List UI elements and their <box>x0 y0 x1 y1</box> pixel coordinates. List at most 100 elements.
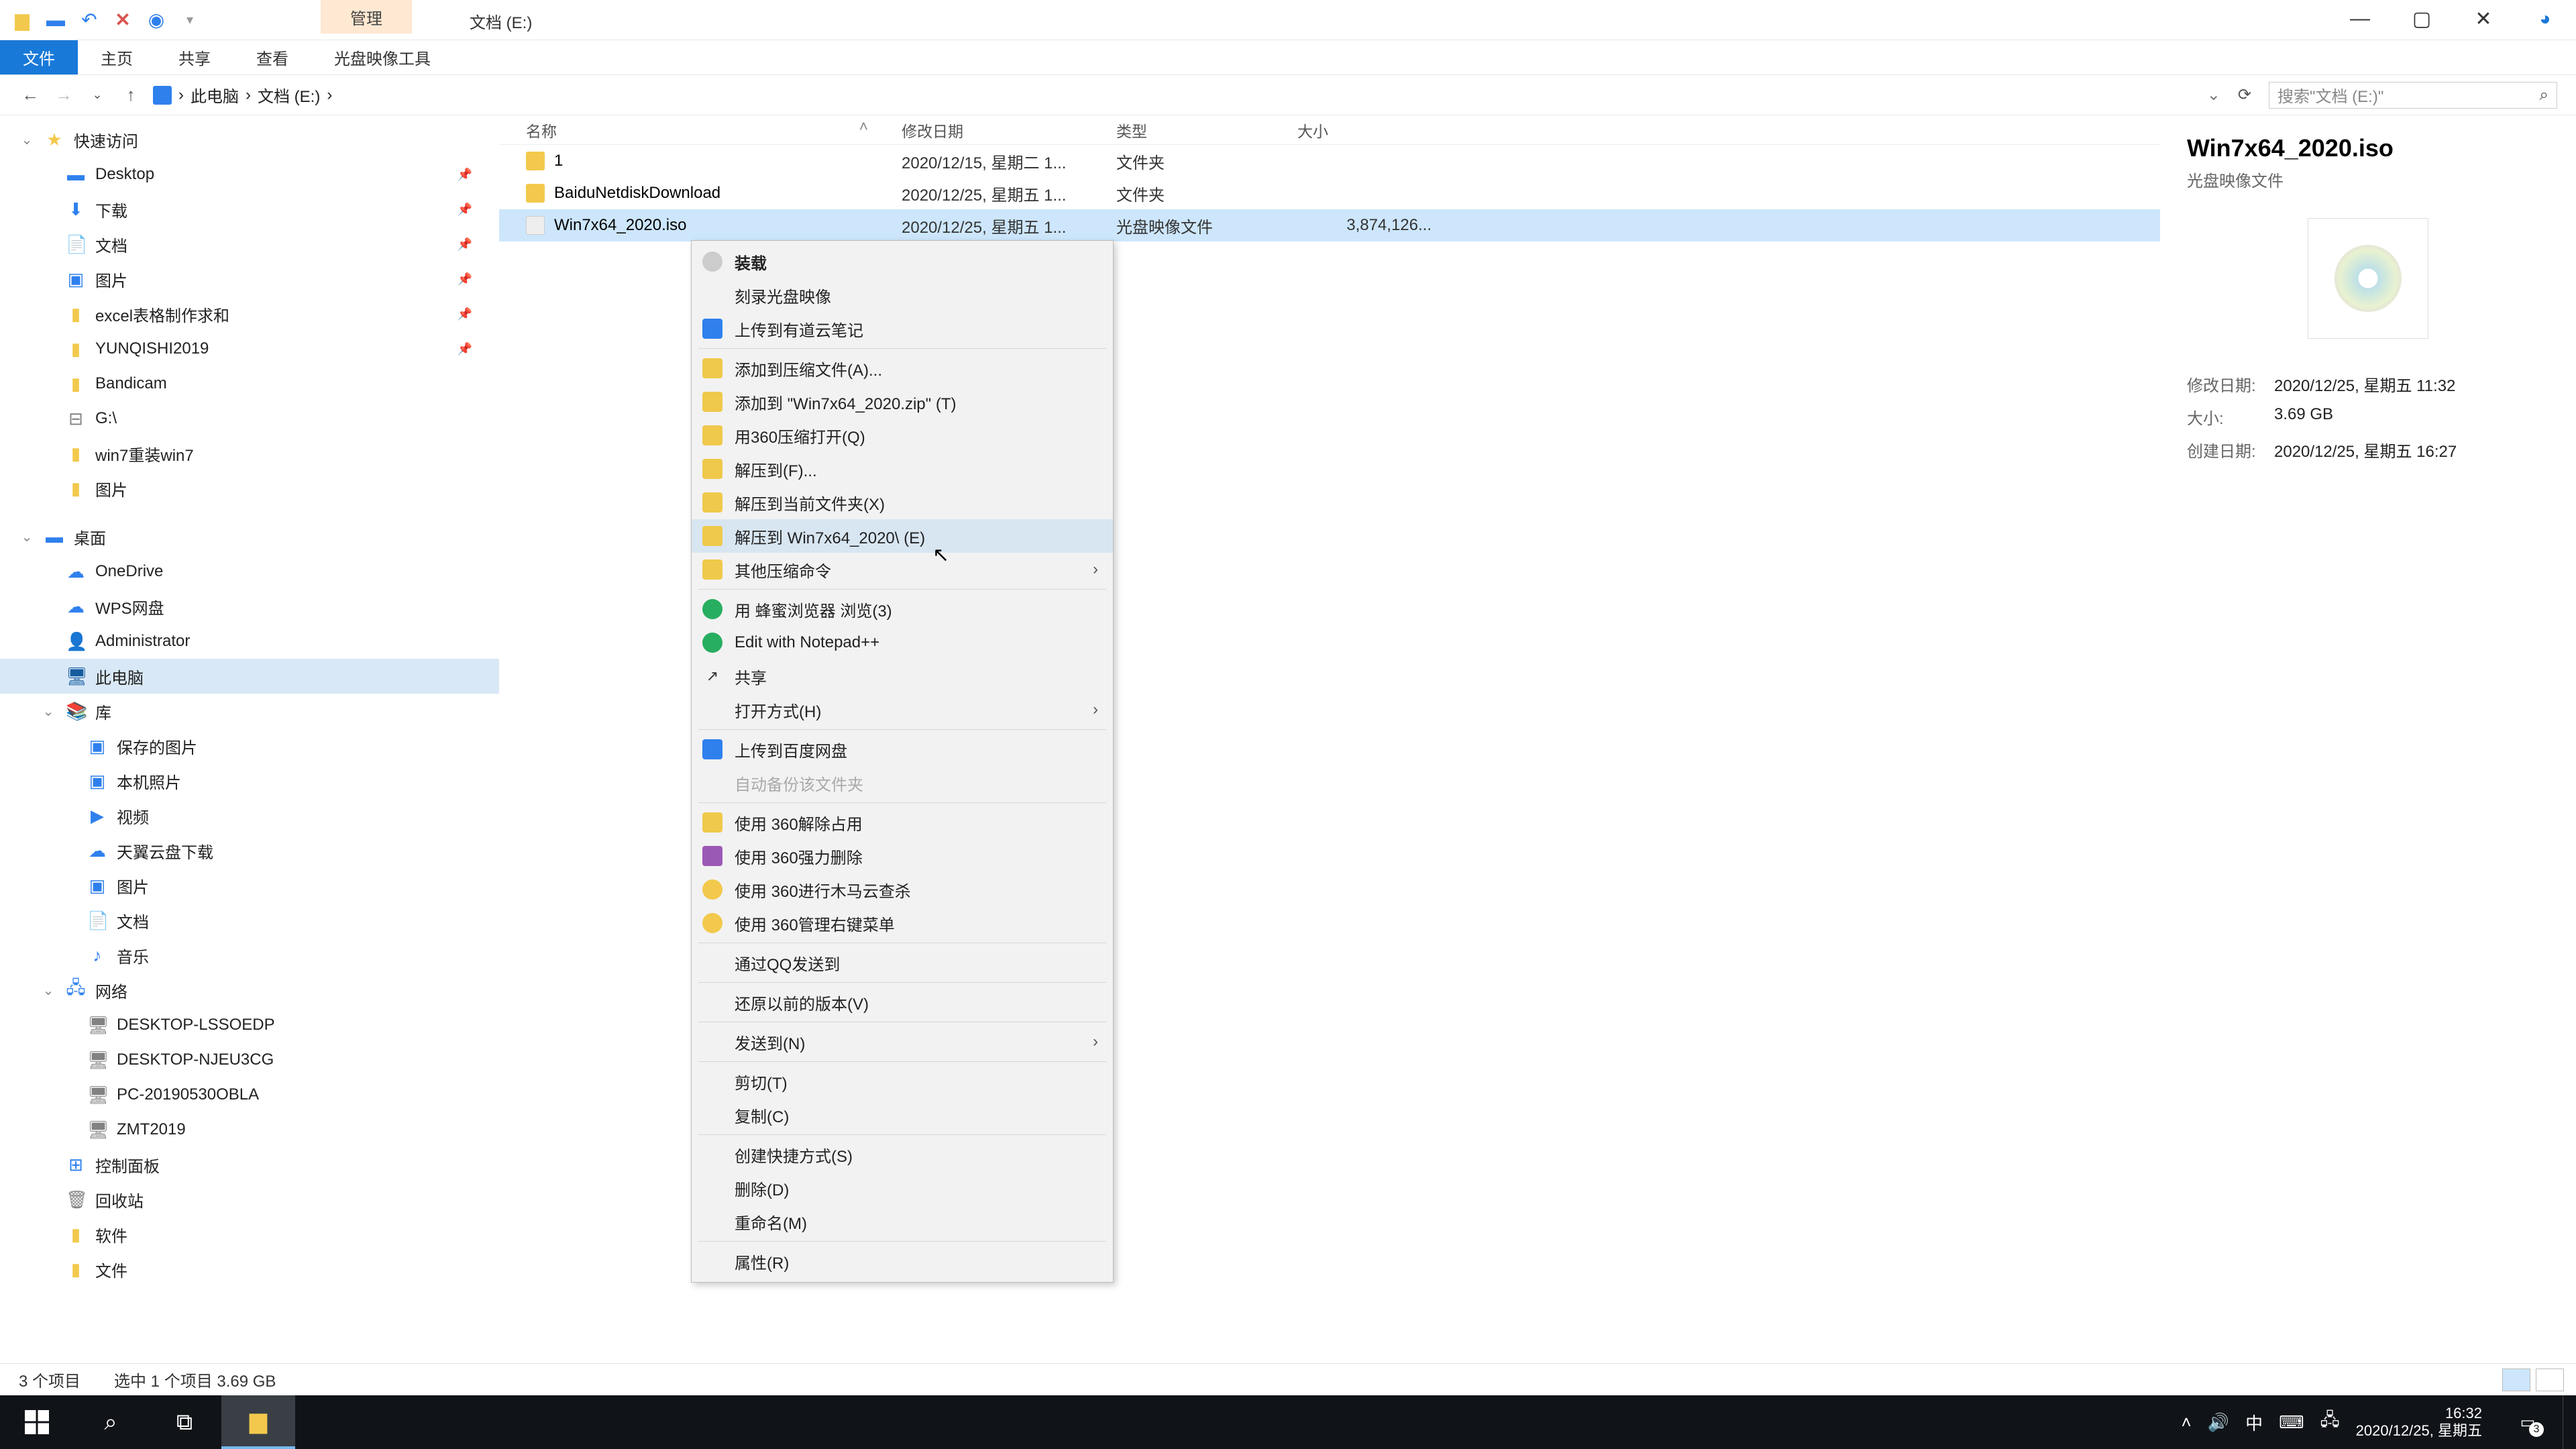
nav-item[interactable]: ▮excel表格制作求和📌 <box>0 297 499 331</box>
taskbar-explorer-button[interactable]: ▆ <box>221 1395 295 1449</box>
tray-overflow-icon[interactable]: ˄ <box>2182 1412 2192 1433</box>
nav-item[interactable]: ☁OneDrive <box>0 554 499 589</box>
file-row[interactable]: 12020/12/15, 星期二 1...文件夹 <box>499 145 2160 177</box>
delete-icon[interactable]: ✕ <box>110 7 136 33</box>
context-menu-item[interactable]: 使用 360解除占用 <box>692 806 1113 839</box>
save-icon[interactable]: ▬ <box>43 7 68 33</box>
nav-item[interactable]: ♪音乐 <box>0 938 499 973</box>
nav-history-dropdown[interactable]: ⌄ <box>86 88 109 102</box>
context-menu-item[interactable]: 复制(C) <box>692 1098 1113 1132</box>
context-menu-item[interactable]: 发送到(N)› <box>692 1025 1113 1059</box>
tab-file[interactable]: 文件 <box>0 40 78 74</box>
view-large-button[interactable] <box>2536 1368 2564 1391</box>
nav-item[interactable]: 🖥ZMT2019 <box>0 1112 499 1147</box>
nav-item[interactable]: ▮Bandicam <box>0 366 499 401</box>
context-menu-item[interactable]: 使用 360进行木马云查杀 <box>692 873 1113 906</box>
breadcrumb[interactable]: › 此电脑 › 文档 (E:) › ⌄ <box>153 83 2220 107</box>
context-menu-item[interactable]: 解压到 Win7x64_2020\ (E) <box>692 519 1113 553</box>
taskbar-clock[interactable]: 16:32 2020/12/25, 星期五 <box>2356 1405 2493 1440</box>
action-center-button[interactable]: ▭ 3 <box>2509 1403 2546 1441</box>
tab-disc-image-tools[interactable]: 光盘映像工具 <box>311 40 453 74</box>
nav-item[interactable]: 📄文档📌 <box>0 227 499 262</box>
nav-item[interactable]: ▬桌面 <box>0 519 499 554</box>
file-row[interactable]: Win7x64_2020.iso2020/12/25, 星期五 1...光盘映像… <box>499 209 2160 241</box>
tab-home[interactable]: 主页 <box>78 40 156 74</box>
properties-icon[interactable]: ◉ <box>144 7 169 33</box>
start-button[interactable] <box>0 1395 74 1449</box>
nav-item[interactable]: ★快速访问 <box>0 122 499 157</box>
nav-item[interactable]: ▮软件 <box>0 1217 499 1252</box>
context-menu[interactable]: 装载刻录光盘映像上传到有道云笔记添加到压缩文件(A)...添加到 "Win7x6… <box>691 240 1114 1283</box>
crumb-this-pc[interactable]: 此电脑 <box>191 83 239 107</box>
context-menu-item[interactable]: 装载 <box>692 245 1113 278</box>
context-menu-item[interactable]: 剪切(T) <box>692 1065 1113 1098</box>
contextual-tab-manage[interactable]: 管理 <box>321 0 412 34</box>
nav-item[interactable]: ▮图片 <box>0 471 499 506</box>
context-menu-item[interactable]: 创建快捷方式(S) <box>692 1138 1113 1171</box>
column-headers[interactable]: 名称˄ 修改日期 类型 大小 <box>499 115 2160 145</box>
search-input[interactable]: 搜索"文档 (E:)" ⌕ <box>2269 82 2557 109</box>
context-menu-item[interactable]: 添加到 "Win7x64_2020.zip" (T) <box>692 385 1113 419</box>
context-menu-item[interactable]: 还原以前的版本(V) <box>692 985 1113 1019</box>
context-menu-item[interactable]: ↗共享 <box>692 659 1113 693</box>
context-menu-item[interactable]: 属性(R) <box>692 1244 1113 1278</box>
nav-item[interactable]: ▶视频 <box>0 798 499 833</box>
col-name[interactable]: 名称˄ <box>526 119 902 142</box>
context-menu-item[interactable]: 使用 360强力删除 <box>692 839 1113 873</box>
task-view-button[interactable]: ⧉ <box>148 1395 221 1449</box>
nav-item[interactable]: 🗑回收站 <box>0 1182 499 1217</box>
view-details-button[interactable] <box>2502 1368 2530 1391</box>
search-button[interactable]: ⌕ <box>74 1395 148 1449</box>
context-menu-item[interactable]: 重命名(M) <box>692 1205 1113 1238</box>
nav-item[interactable]: 🖥PC-20190530OBLA <box>0 1077 499 1112</box>
taskbar[interactable]: ⌕ ⧉ ▆ ˄ 🔊 中 ⌨ 🖧 16:32 2020/12/25, 星期五 ▭ … <box>0 1395 2576 1449</box>
nav-item[interactable]: ▮win7重装win7 <box>0 436 499 471</box>
col-size[interactable]: 大小 <box>1297 119 1432 142</box>
nav-item[interactable]: 🖥DESKTOP-NJEU3CG <box>0 1042 499 1077</box>
nav-forward-button[interactable]: → <box>52 85 75 105</box>
nav-up-button[interactable]: ↑ <box>119 85 142 105</box>
nav-item[interactable]: 👤Administrator <box>0 624 499 659</box>
refresh-button[interactable]: ⟳ <box>2231 85 2258 105</box>
minimize-button[interactable]: — <box>2329 0 2391 38</box>
nav-item[interactable]: 🖥DESKTOP-LSSOEDP <box>0 1008 499 1042</box>
maximize-button[interactable]: ▢ <box>2391 0 2453 38</box>
context-menu-item[interactable]: Edit with Notepad++ <box>692 626 1113 659</box>
nav-item[interactable]: 🖧网络 <box>0 973 499 1008</box>
network-icon[interactable]: 🖧 <box>2320 1407 2340 1437</box>
ime-indicator[interactable]: 中 <box>2245 1410 2263 1435</box>
nav-item[interactable]: ▣图片📌 <box>0 262 499 297</box>
context-menu-item[interactable]: 用 蜂蜜浏览器 浏览(3) <box>692 592 1113 626</box>
navigation-pane[interactable]: ★快速访问▬Desktop📌⬇下载📌📄文档📌▣图片📌▮excel表格制作求和📌▮… <box>0 115 499 1363</box>
nav-item[interactable]: ▮YUNQISHI2019📌 <box>0 331 499 366</box>
nav-item[interactable]: ⊞控制面板 <box>0 1147 499 1182</box>
nav-item[interactable]: 📚库 <box>0 694 499 729</box>
nav-item[interactable]: ▣保存的图片 <box>0 729 499 763</box>
nav-item[interactable]: ⊟G:\ <box>0 401 499 436</box>
tab-share[interactable]: 共享 <box>156 40 233 74</box>
ime-mode-icon[interactable]: ⌨ <box>2279 1412 2304 1433</box>
context-menu-item[interactable]: 解压到(F)... <box>692 452 1113 486</box>
context-menu-item[interactable]: 上传到百度网盘 <box>692 733 1113 766</box>
nav-item[interactable]: ⬇下载📌 <box>0 192 499 227</box>
context-menu-item[interactable]: 删除(D) <box>692 1171 1113 1205</box>
qat-dropdown-icon[interactable]: ▾ <box>177 7 203 33</box>
context-menu-item[interactable]: 使用 360管理右键菜单 <box>692 906 1113 940</box>
address-dropdown-icon[interactable]: ⌄ <box>2207 85 2220 105</box>
context-menu-item[interactable]: 解压到当前文件夹(X) <box>692 486 1113 519</box>
show-desktop-button[interactable] <box>2563 1395 2572 1449</box>
volume-icon[interactable]: 🔊 <box>2208 1412 2229 1433</box>
nav-item[interactable]: ▬Desktop📌 <box>0 157 499 192</box>
nav-item[interactable]: ▣本机照片 <box>0 763 499 798</box>
crumb-drive-e[interactable]: 文档 (E:) <box>258 83 320 107</box>
undo-icon[interactable]: ↶ <box>76 7 102 33</box>
context-menu-item[interactable]: 其他压缩命令› <box>692 553 1113 586</box>
context-menu-item[interactable]: 通过QQ发送到 <box>692 946 1113 979</box>
close-button[interactable]: ✕ <box>2453 0 2514 38</box>
col-type[interactable]: 类型 <box>1116 119 1297 142</box>
nav-back-button[interactable]: ← <box>19 85 42 105</box>
nav-item[interactable]: ▮文件 <box>0 1252 499 1287</box>
nav-item[interactable]: ☁WPS网盘 <box>0 589 499 624</box>
context-menu-item[interactable]: 刻录光盘映像 <box>692 278 1113 312</box>
context-menu-item[interactable]: 上传到有道云笔记 <box>692 312 1113 345</box>
